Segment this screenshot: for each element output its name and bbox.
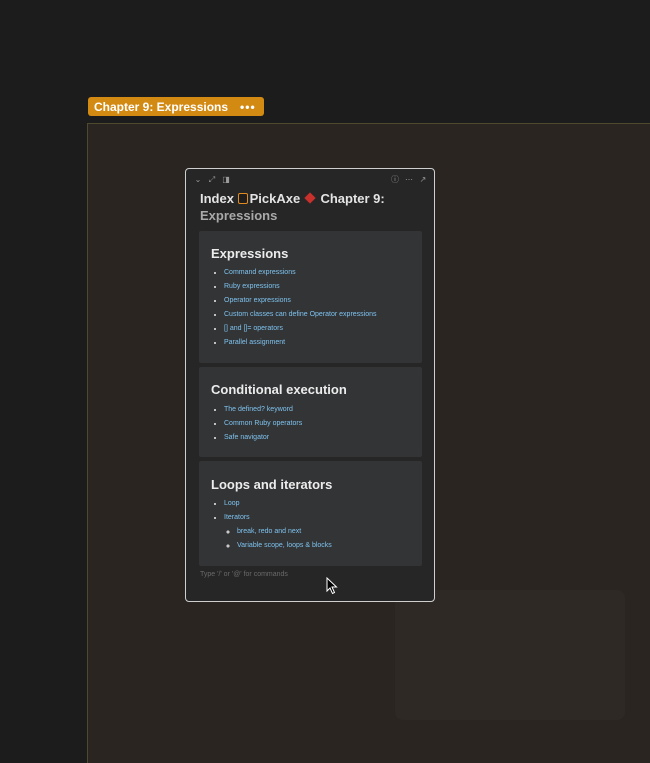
- chapter-tag-label: Chapter 9: Expressions: [94, 99, 229, 114]
- list-item: The defined? keyword: [224, 405, 302, 419]
- link-custom-classes[interactable]: Custom classes can define Operator expre…: [224, 311, 377, 318]
- link-index-operators[interactable]: [] and []= operators: [224, 325, 283, 332]
- list-item: Safe navigator: [224, 433, 302, 447]
- link-break-redo-next[interactable]: break, redo and next: [237, 528, 301, 535]
- link-parallel-assignment[interactable]: Parallel assignment: [224, 339, 285, 346]
- background-card: [395, 590, 625, 720]
- iterators-sublist: break, redo and next Variable scope, loo…: [224, 527, 332, 555]
- link-common-ruby-operators[interactable]: Common Ruby operators: [224, 420, 302, 427]
- section-heading: Loops and iterators: [211, 477, 333, 492]
- link-defined-keyword[interactable]: The defined? keyword: [224, 406, 293, 413]
- card-toolbar: ⌄ ⤢ ◨ ⓘ ⋯ ↗: [186, 174, 434, 186]
- ruby-gem-icon: [304, 192, 316, 204]
- more-horizontal-icon[interactable]: ⋯: [405, 176, 413, 184]
- link-iterators[interactable]: Iterators: [224, 514, 250, 521]
- conditional-list: The defined? keyword Common Ruby operato…: [211, 405, 302, 447]
- section-heading: Conditional execution: [211, 382, 347, 397]
- title-chapter: Chapter 9:: [320, 191, 385, 206]
- command-input-placeholder[interactable]: Type '/' or '@' for commands: [200, 571, 288, 578]
- section-heading: Expressions: [211, 246, 289, 261]
- list-item: Iterators break, redo and next Variable …: [224, 513, 332, 555]
- list-item: Variable scope, loops & blocks: [237, 541, 332, 555]
- list-item: Custom classes can define Operator expre…: [224, 310, 377, 324]
- link-loop[interactable]: Loop: [224, 500, 240, 507]
- title-index[interactable]: Index: [200, 191, 234, 206]
- link-variable-scope[interactable]: Variable scope, loops & blocks: [237, 542, 332, 549]
- mouse-cursor-icon: [326, 577, 338, 595]
- list-item: Command expressions: [224, 268, 377, 282]
- card-title: Index PickAxe Chapter 9: Expressions: [200, 190, 422, 224]
- list-item: [] and []= operators: [224, 324, 377, 338]
- expand-icon[interactable]: ⤢: [208, 176, 216, 184]
- expressions-list: Command expressions Ruby expressions Ope…: [211, 268, 377, 352]
- more-icon[interactable]: •••: [240, 100, 256, 114]
- list-item: break, redo and next: [237, 527, 332, 541]
- chevron-down-icon[interactable]: ⌄: [194, 176, 202, 184]
- open-icon[interactable]: ↗: [419, 176, 427, 184]
- section-expressions: Expressions Command expressions Ruby exp…: [199, 231, 422, 363]
- list-item: Common Ruby operators: [224, 419, 302, 433]
- list-item: Parallel assignment: [224, 338, 377, 352]
- link-operator-expressions[interactable]: Operator expressions: [224, 297, 291, 304]
- section-conditional-execution: Conditional execution The defined? keywo…: [199, 367, 422, 457]
- index-card[interactable]: ⌄ ⤢ ◨ ⓘ ⋯ ↗ Index PickAxe Chapter 9: Exp…: [185, 168, 435, 602]
- sidebar-icon[interactable]: ◨: [222, 176, 230, 184]
- link-safe-navigator[interactable]: Safe navigator: [224, 434, 269, 441]
- title-book[interactable]: PickAxe: [250, 191, 301, 206]
- list-item: Operator expressions: [224, 296, 377, 310]
- link-ruby-expressions[interactable]: Ruby expressions: [224, 283, 280, 290]
- list-item: Loop: [224, 499, 332, 513]
- loops-list: Loop Iterators break, redo and next Vari…: [211, 499, 332, 555]
- list-item: Ruby expressions: [224, 282, 377, 296]
- chapter-tag[interactable]: Chapter 9: Expressions •••: [88, 97, 264, 116]
- section-loops-iterators: Loops and iterators Loop Iterators break…: [199, 461, 422, 566]
- title-rest: Expressions: [200, 208, 278, 223]
- info-icon[interactable]: ⓘ: [391, 176, 399, 184]
- link-command-expressions[interactable]: Command expressions: [224, 269, 296, 276]
- book-icon: [237, 193, 248, 204]
